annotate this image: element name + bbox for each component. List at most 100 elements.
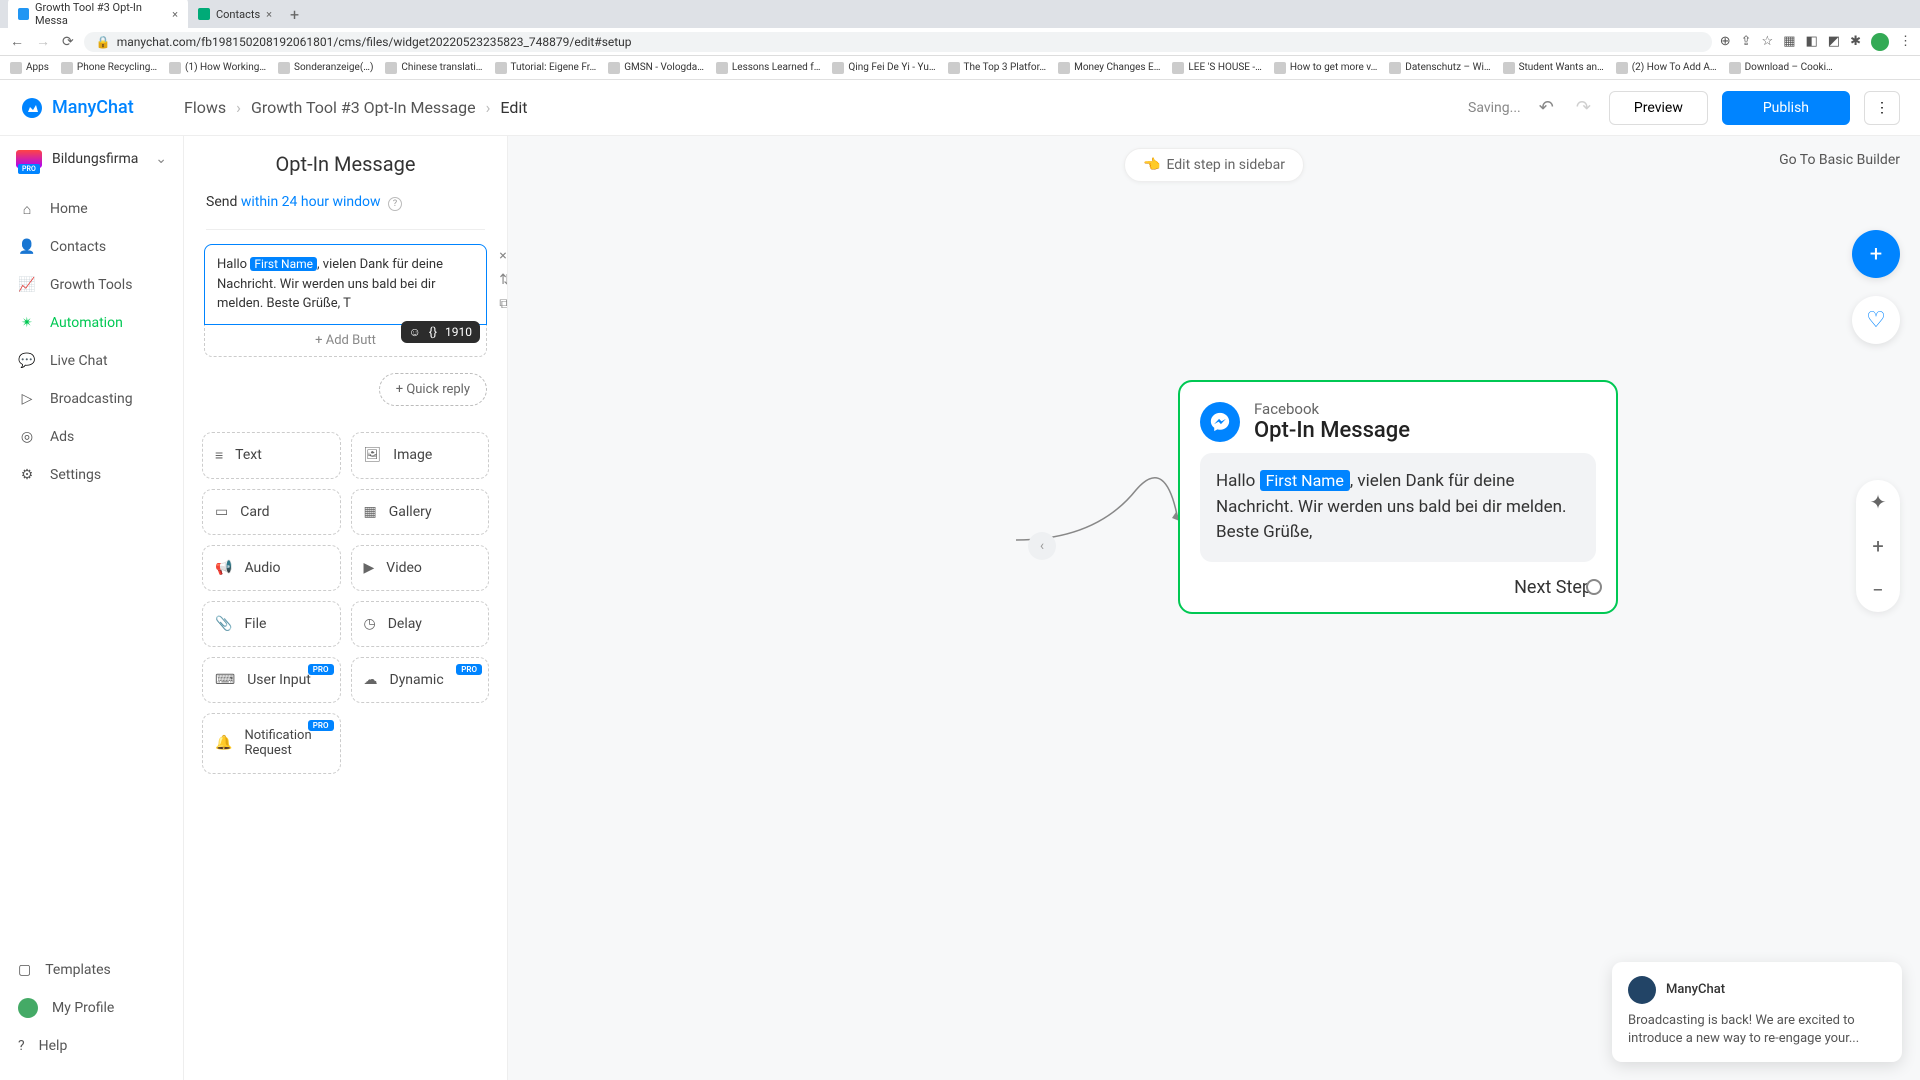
menu-icon[interactable]: ⋮ xyxy=(1899,34,1912,49)
auto-layout-button[interactable]: ✦ xyxy=(1856,480,1900,524)
emoji-icon[interactable]: ☺ xyxy=(409,325,421,339)
zoom-icon[interactable]: ⊕ xyxy=(1720,34,1731,49)
undo-icon[interactable]: ↶ xyxy=(1535,93,1558,122)
more-button[interactable]: ⋮ xyxy=(1864,91,1900,125)
close-icon[interactable]: × xyxy=(499,248,508,264)
sidebar-item-profile[interactable]: My Profile xyxy=(0,988,183,1028)
zoom-out-button[interactable]: − xyxy=(1856,568,1900,612)
favorite-fab[interactable]: ♡ xyxy=(1852,296,1900,344)
url-input[interactable]: 🔒 manychat.com/fb198150208192061801/cms/… xyxy=(84,32,1712,52)
bookmark-item[interactable]: Tutorial: Eigene Fr… xyxy=(495,62,597,74)
close-icon[interactable]: × xyxy=(172,8,178,21)
bookmark-item[interactable]: Chinese translati… xyxy=(385,62,482,74)
connector-port[interactable] xyxy=(1586,579,1602,595)
bookmark-item[interactable]: (2) How To Add A… xyxy=(1616,62,1717,74)
block-dynamic[interactable]: ☁DynamicPRO xyxy=(351,657,490,703)
send-window-link[interactable]: within 24 hour window xyxy=(241,194,381,210)
next-step-port[interactable]: Next Step xyxy=(1514,577,1592,598)
add-step-fab[interactable]: + xyxy=(1852,230,1900,278)
forward-icon[interactable]: → xyxy=(34,31,52,52)
ext-icon[interactable]: ◩ xyxy=(1828,34,1840,49)
add-button-row[interactable]: + Add Butt ☺ {} 1910 xyxy=(204,325,487,357)
block-file[interactable]: 📎File xyxy=(202,601,341,647)
sidebar-item-label: Contacts xyxy=(50,239,106,255)
block-notification[interactable]: 🔔Notification RequestPRO xyxy=(202,713,341,774)
block-video[interactable]: ▶Video xyxy=(351,545,490,591)
sidebar-item-ads[interactable]: ◎Ads xyxy=(0,418,183,456)
sidebar-item-contacts[interactable]: 👤Contacts xyxy=(0,228,183,266)
ext-icon[interactable]: ✱ xyxy=(1850,34,1861,49)
bookmark-item[interactable]: How to get more v… xyxy=(1274,62,1377,74)
sidebar-item-growth[interactable]: 📈Growth Tools xyxy=(0,266,183,304)
bookmark-bar: Apps Phone Recycling… (1) How Working… S… xyxy=(0,56,1920,80)
block-gallery[interactable]: ▦Gallery xyxy=(351,489,490,535)
brand-logo[interactable]: ManyChat xyxy=(20,96,184,120)
block-card[interactable]: ▭Card xyxy=(202,489,341,535)
quick-reply-button[interactable]: + Quick reply xyxy=(379,373,487,406)
reload-icon[interactable]: ⟳ xyxy=(60,32,76,52)
edit-sidebar-pill[interactable]: 👈 Edit step in sidebar xyxy=(1124,148,1304,182)
sidebar-item-home[interactable]: ⌂Home xyxy=(0,190,183,228)
bookmark-item[interactable]: Datenschutz – Wi… xyxy=(1389,62,1490,74)
resize-icon[interactable]: ⇅ xyxy=(499,272,508,288)
block-delay[interactable]: ◷Delay xyxy=(351,601,490,647)
help-tooltip-icon[interactable]: ? xyxy=(388,197,402,211)
sidebar-item-livechat[interactable]: 💬Live Chat xyxy=(0,342,183,380)
bookmark-item[interactable]: Student Wants an… xyxy=(1503,62,1604,74)
bookmark-item[interactable]: Lessons Learned f… xyxy=(716,62,821,74)
chevron-right-icon: › xyxy=(236,98,241,117)
collapse-panel-button[interactable]: ‹ xyxy=(1028,532,1056,560)
back-icon[interactable]: ← xyxy=(8,31,26,52)
add-tab-button[interactable]: + xyxy=(282,1,307,28)
bookmark-item[interactable]: Money Changes E… xyxy=(1058,62,1160,74)
ext-icon[interactable]: ◧ xyxy=(1806,34,1818,49)
bookmark-item[interactable]: Apps xyxy=(10,62,49,74)
breadcrumb-current: Edit xyxy=(500,98,527,117)
sidebar-item-templates[interactable]: ▢Templates xyxy=(0,952,183,988)
broadcast-icon: ▷ xyxy=(18,390,36,408)
block-image[interactable]: 🖼Image xyxy=(351,432,490,479)
browser-tab-active[interactable]: Growth Tool #3 Opt-In Messa × xyxy=(8,0,188,31)
block-label: Video xyxy=(386,560,422,576)
share-icon[interactable]: ⇪ xyxy=(1741,34,1752,49)
flow-node[interactable]: Facebook Opt-In Message Hallo First Name… xyxy=(1178,380,1618,614)
sidebar-item-settings[interactable]: ⚙Settings xyxy=(0,456,183,494)
sidebar-item-broadcasting[interactable]: ▷Broadcasting xyxy=(0,380,183,418)
sidebar-item-help[interactable]: ?Help xyxy=(0,1028,183,1064)
browser-tab[interactable]: Contacts × xyxy=(188,4,282,25)
redo-icon: ↷ xyxy=(1572,93,1595,122)
bookmark-item[interactable]: The Top 3 Platfor… xyxy=(948,62,1047,74)
bookmark-item[interactable]: LEE 'S HOUSE -… xyxy=(1172,62,1261,74)
ext-icon[interactable]: ▦ xyxy=(1783,34,1795,49)
bookmark-item[interactable]: Qing Fei De Yi - Yu… xyxy=(832,62,935,74)
bookmark-item[interactable]: Phone Recycling… xyxy=(61,62,157,74)
bookmark-item[interactable]: Sonderanzeige(…) xyxy=(278,62,373,74)
block-userinput[interactable]: ⌨User InputPRO xyxy=(202,657,341,703)
bookmark-item[interactable]: GMSN - Vologda… xyxy=(608,62,704,74)
breadcrumb-flows[interactable]: Flows xyxy=(184,98,226,117)
bookmark-item[interactable]: Download – Cooki… xyxy=(1729,62,1833,74)
bookmark-item[interactable]: (1) How Working… xyxy=(169,62,266,74)
chevron-down-icon: ⌄ xyxy=(155,151,167,167)
copy-icon[interactable]: ⧉ xyxy=(499,296,508,312)
help-icon: ? xyxy=(18,1038,25,1054)
star-icon[interactable]: ☆ xyxy=(1762,34,1774,49)
sidebar-item-automation[interactable]: ✴Automation xyxy=(0,304,183,342)
publish-button[interactable]: Publish xyxy=(1722,91,1850,125)
block-text[interactable]: ≡Text xyxy=(202,432,341,479)
notification-toast[interactable]: ManyChat Broadcasting is back! We are ex… xyxy=(1612,962,1902,1062)
preview-button[interactable]: Preview xyxy=(1609,91,1708,125)
basic-builder-link[interactable]: Go To Basic Builder xyxy=(1779,152,1900,168)
profile-icon[interactable] xyxy=(1871,33,1889,51)
close-icon[interactable]: × xyxy=(266,8,272,21)
message-textarea[interactable]: Hallo First Name, vielen Dank für deine … xyxy=(204,244,487,325)
breadcrumb-flow[interactable]: Growth Tool #3 Opt-In Message xyxy=(251,98,476,117)
delay-icon: ◷ xyxy=(364,616,376,632)
flow-canvas[interactable]: 👈 Edit step in sidebar Go To Basic Build… xyxy=(508,80,1920,1080)
zoom-in-button[interactable]: + xyxy=(1856,524,1900,568)
braces-icon[interactable]: {} xyxy=(429,325,437,339)
block-audio[interactable]: 📢Audio xyxy=(202,545,341,591)
variable-chip[interactable]: First Name xyxy=(250,257,317,271)
sidebar-item-label: Templates xyxy=(45,962,111,978)
workspace-selector[interactable]: PRO Bildungsfirma ⌄ xyxy=(0,136,183,182)
